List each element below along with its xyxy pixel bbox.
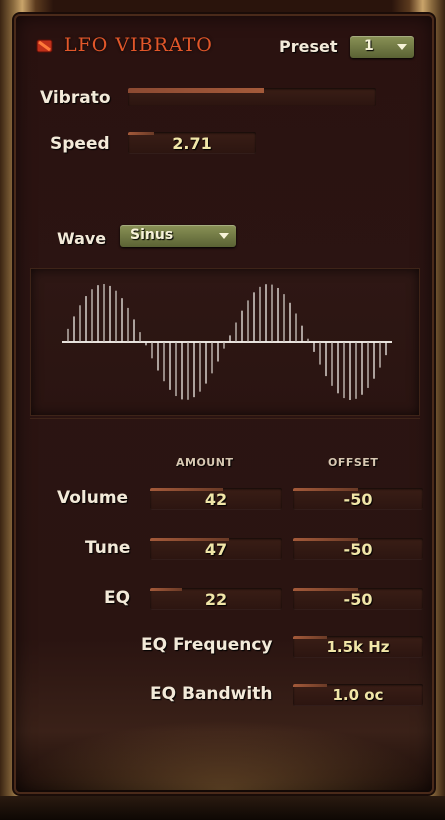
panel-title: LFO VIBRATO <box>64 34 213 56</box>
tune-amount-field[interactable]: 47 <box>150 538 282 560</box>
eq-bandwidth-label: EQ Bandwith <box>150 684 273 704</box>
eq-offset-field[interactable]: -50 <box>293 588 423 610</box>
eq-frequency-label: EQ Frequency <box>141 635 273 655</box>
column-header-amount: AMOUNT <box>176 456 234 469</box>
volume-label: Volume <box>57 488 129 508</box>
section-divider <box>30 418 420 419</box>
volume-amount-value: 42 <box>204 490 228 509</box>
volume-amount-field[interactable]: 42 <box>150 488 282 510</box>
tune-amount-value: 47 <box>204 540 228 559</box>
eq-offset-value: -50 <box>343 590 373 609</box>
wave-label: Wave <box>57 229 107 248</box>
eq-label: EQ <box>104 588 131 608</box>
eq-bandwidth-field[interactable]: 1.0 oc <box>293 684 423 706</box>
preset-dropdown[interactable]: 1 <box>350 36 414 58</box>
wave-value: Sinus <box>130 227 174 243</box>
eq-frequency-value: 1.5k Hz <box>326 638 390 656</box>
speed-field[interactable]: 2.71 <box>128 132 256 154</box>
vibrato-label: Vibrato <box>40 88 111 108</box>
vibrato-slider[interactable] <box>128 88 376 106</box>
vibrato-slider-fill <box>128 88 265 93</box>
waveform-display <box>30 268 420 416</box>
column-header-offset: OFFSET <box>328 456 379 469</box>
tune-offset-value: -50 <box>343 540 373 559</box>
chevron-down-icon <box>219 233 229 239</box>
wave-dropdown[interactable]: Sinus <box>120 225 236 247</box>
preset-label: Preset <box>279 37 338 56</box>
tune-offset-field[interactable]: -50 <box>293 538 423 560</box>
eq-amount-field[interactable]: 22 <box>150 588 282 610</box>
preset-value: 1 <box>364 38 374 54</box>
speed-value: 2.71 <box>172 134 212 153</box>
speed-label: Speed <box>50 134 110 154</box>
volume-offset-field[interactable]: -50 <box>293 488 423 510</box>
sine-waveform <box>62 284 392 400</box>
tune-label: Tune <box>85 538 131 558</box>
eq-frequency-field[interactable]: 1.5k Hz <box>293 636 423 658</box>
eq-amount-value: 22 <box>204 590 228 609</box>
eq-bandwidth-value: 1.0 oc <box>332 686 384 704</box>
bottom-bar <box>0 796 445 820</box>
chevron-down-icon <box>397 44 407 50</box>
volume-offset-value: -50 <box>343 490 373 509</box>
flame-icon <box>36 39 53 53</box>
